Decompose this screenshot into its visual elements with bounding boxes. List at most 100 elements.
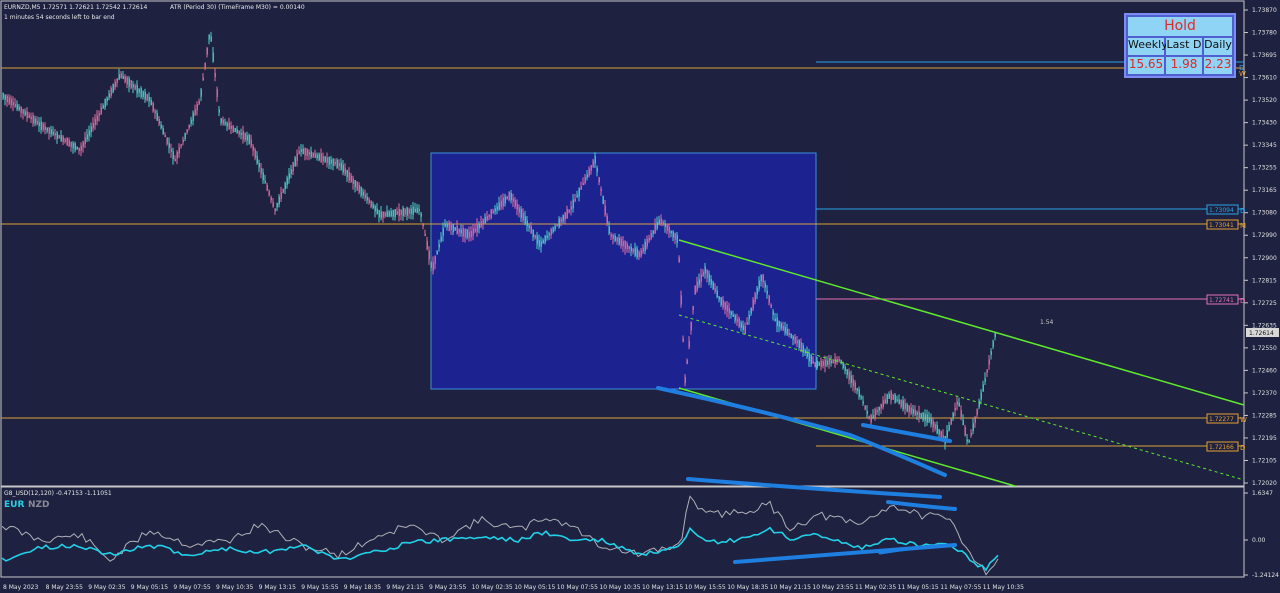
candle-body (84, 137, 86, 144)
candle-body (824, 359, 826, 367)
range-box[interactable] (430, 152, 817, 390)
candle-body (628, 246, 630, 249)
price-tick-label: 1.73520 (1252, 97, 1277, 104)
candle-body (880, 403, 882, 409)
candle-body (274, 208, 276, 212)
candle-body (56, 132, 58, 139)
sub-window-title: G8_USD(12,120) -0.47153 -1.11051 (4, 490, 112, 497)
candle-body (490, 209, 492, 219)
candle-body (728, 308, 730, 314)
candle-body (608, 226, 610, 234)
candle-body (448, 222, 450, 231)
candle-body (568, 209, 570, 213)
time-tick-label: 9 May 05:15 (131, 584, 169, 591)
candle-body (896, 399, 898, 402)
candle-body (634, 247, 636, 256)
candle-body (832, 359, 834, 364)
candle-body (900, 399, 902, 407)
candle-body (388, 211, 390, 217)
candle-body (462, 227, 464, 237)
candle-body (754, 293, 756, 302)
candle-body (636, 248, 638, 258)
price-tick-label: 1.72020 (1252, 480, 1277, 487)
candle-body (542, 239, 544, 244)
candle-body (982, 384, 984, 392)
candle-body (644, 241, 646, 251)
candle-body (86, 134, 88, 140)
candle-body (26, 111, 28, 118)
candle-body (532, 229, 534, 238)
candle-body (882, 400, 884, 408)
header-weekly: Weekly (1128, 38, 1168, 55)
candle-body (296, 153, 298, 161)
drawn-trend-mark-3[interactable] (686, 477, 942, 499)
candle-body (708, 273, 710, 283)
candle-body (604, 205, 606, 215)
atr-indicator-info: ATR (Period 30) (TimeFrame M30) = 0.0014… (170, 4, 305, 11)
candle-body (730, 311, 732, 316)
candle-body (384, 212, 386, 217)
candle-body (600, 188, 602, 192)
candle-body (856, 388, 858, 392)
candle-body (584, 176, 586, 184)
candle-body (808, 352, 810, 362)
candle-body (748, 314, 750, 320)
candle-body (258, 162, 260, 168)
candle-body (658, 219, 660, 225)
candle-body (282, 188, 284, 193)
candle-body (232, 125, 234, 132)
level-tag: D (1240, 207, 1245, 215)
candle-body (460, 229, 462, 234)
candle-body (88, 130, 90, 136)
candle-body (812, 361, 814, 364)
chart-area[interactable]: EURNZD,M5 1.72571 1.72621 1.72542 1.7261… (0, 0, 1280, 593)
candle-body (890, 391, 892, 401)
candle-body (968, 440, 970, 443)
candle-body (750, 307, 752, 314)
level-tag: M (1240, 222, 1246, 230)
candle-body (418, 209, 420, 212)
candle-body (192, 112, 194, 121)
candle-body (758, 280, 760, 289)
header-daily: Daily (1204, 38, 1232, 55)
candle-body (198, 101, 200, 104)
candle-body (94, 118, 96, 126)
candle-body (6, 95, 8, 103)
candle-body (148, 96, 150, 102)
candle-body (558, 218, 560, 228)
candle-body (606, 215, 608, 225)
candle-body (954, 408, 956, 411)
candle-body (736, 318, 738, 323)
candle-body (288, 173, 290, 180)
candle-body (226, 122, 228, 127)
candle-body (382, 211, 384, 218)
candle-body (814, 362, 816, 368)
candle-body (116, 78, 118, 83)
candle-body (36, 120, 38, 125)
candle-body (252, 146, 254, 151)
candle-body (194, 109, 196, 115)
drawn-sub-mark-1[interactable] (886, 500, 957, 511)
candle-body (40, 121, 42, 130)
candle-body (178, 147, 180, 154)
candle-body (662, 221, 664, 225)
candle-body (456, 225, 458, 234)
candle-body (854, 382, 856, 390)
candle-body (946, 430, 948, 438)
candle-body (494, 208, 496, 212)
price-tick-label: 1.72285 (1252, 412, 1277, 419)
candle-body (540, 240, 542, 247)
candle-body (140, 88, 142, 97)
candle-body (170, 148, 172, 152)
candle-body (712, 282, 714, 290)
candle-body (970, 432, 972, 436)
candle-body (250, 139, 252, 147)
candle-body (356, 181, 358, 191)
candle-body (372, 204, 374, 209)
candle-body (206, 47, 208, 55)
header-last-d: Last D (1166, 38, 1202, 55)
price-tick-label: 1.72725 (1252, 300, 1277, 307)
candle-body (298, 151, 300, 154)
candle-body (616, 237, 618, 242)
price-tick-label: 1.73610 (1252, 75, 1277, 82)
